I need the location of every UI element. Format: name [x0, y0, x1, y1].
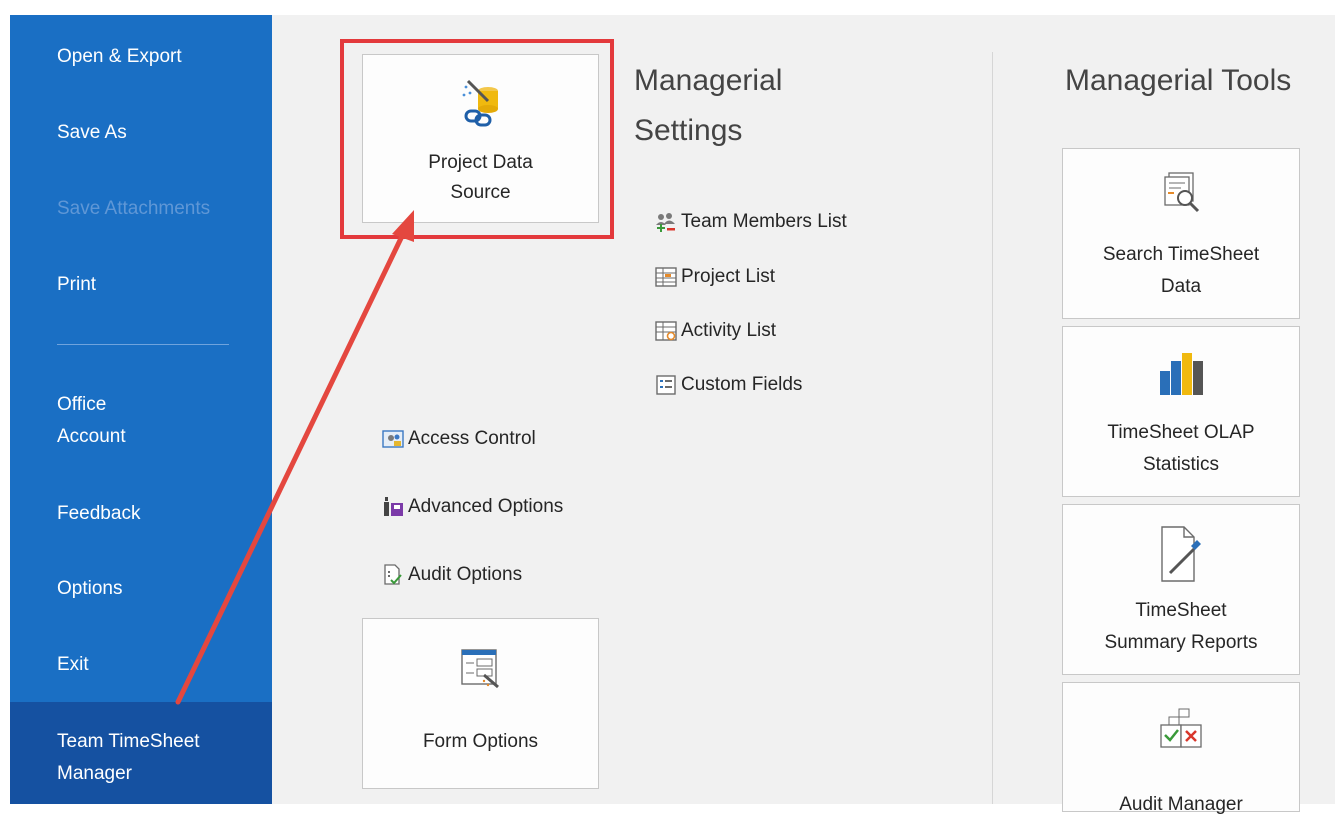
- activity-list-link[interactable]: Activity List: [655, 318, 776, 344]
- sidebar-item-manager-label: Manager: [57, 763, 132, 784]
- sidebar-separator: [57, 344, 229, 345]
- bar-chart-icon: [1158, 351, 1204, 406]
- activity-list-label: Activity List: [681, 320, 777, 341]
- search-data-icon: [1159, 171, 1203, 226]
- custom-fields-icon: [655, 374, 677, 396]
- search-timesheet-data-line2: Data: [1160, 276, 1202, 297]
- team-members-list-label: Team Members List: [681, 211, 847, 232]
- sidebar-item-exit[interactable]: Exit: [57, 649, 89, 681]
- sidebar-item-open-export[interactable]: Open & Export: [57, 41, 182, 73]
- timesheet-olap-statistics-button[interactable]: TimeSheet OLAP Statistics: [1062, 326, 1300, 497]
- form-options-label: Form Options: [422, 731, 539, 752]
- audit-manager-button[interactable]: Audit Manager: [1062, 682, 1300, 815]
- project-list-label: Project List: [681, 266, 775, 287]
- timesheet-olap-statistics-line1: TimeSheet OLAP: [1107, 422, 1255, 443]
- search-timesheet-data-button[interactable]: Search TimeSheet Data: [1062, 148, 1300, 319]
- team-members-icon: [655, 211, 677, 233]
- project-list-icon: [655, 266, 677, 288]
- sidebar-item-office-label: Office: [57, 394, 107, 415]
- sidebar-item-save-as[interactable]: Save As: [57, 117, 127, 149]
- sidebar-item-save-attachments: Save Attachments: [57, 198, 211, 219]
- audit-manager-label: Audit Manager: [1119, 794, 1243, 815]
- report-pen-icon: [1158, 525, 1204, 594]
- backstage-sidebar: Open & Export Save As Save Attachments P…: [10, 15, 272, 804]
- database-link-icon: [460, 77, 502, 138]
- audit-options-link[interactable]: Audit Options: [382, 562, 522, 588]
- search-timesheet-data-line1: Search TimeSheet: [1102, 244, 1260, 265]
- sidebar-item-account-label: Account: [57, 426, 126, 447]
- custom-fields-link[interactable]: Custom Fields: [655, 372, 802, 398]
- advanced-options-label: Advanced Options: [408, 496, 564, 517]
- audit-options-label: Audit Options: [408, 564, 523, 585]
- form-options-icon: [460, 647, 502, 700]
- advanced-options-icon: [382, 496, 404, 518]
- form-options-button[interactable]: Form Options: [362, 618, 599, 789]
- custom-fields-label: Custom Fields: [681, 374, 803, 395]
- team-members-list-link[interactable]: Team Members List: [655, 209, 847, 235]
- sidebar-item-feedback[interactable]: Feedback: [57, 498, 140, 530]
- access-control-icon: [382, 428, 404, 450]
- sidebar-item-team-timesheet-label: Team TimeSheet: [57, 731, 200, 752]
- project-data-source-line2: Source: [450, 182, 511, 203]
- project-data-source-line1: Project Data: [428, 152, 533, 173]
- audit-manager-icon: [1159, 707, 1203, 762]
- advanced-options-link[interactable]: Advanced Options: [382, 494, 563, 520]
- sidebar-item-options[interactable]: Options: [57, 573, 122, 605]
- activity-list-icon: [655, 320, 677, 342]
- timesheet-summary-reports-line2: Summary Reports: [1104, 632, 1258, 653]
- project-list-link[interactable]: Project List: [655, 264, 775, 290]
- access-control-link[interactable]: Access Control: [382, 426, 536, 452]
- timesheet-olap-statistics-line2: Statistics: [1142, 454, 1220, 475]
- project-data-source-button[interactable]: Project Data Source: [362, 54, 599, 223]
- managerial-tools-title: Managerial Tools: [1065, 64, 1292, 97]
- section-divider: [992, 52, 993, 804]
- access-control-label: Access Control: [408, 428, 536, 449]
- managerial-settings-title-line2: Settings: [634, 114, 743, 147]
- sidebar-item-print[interactable]: Print: [57, 269, 96, 301]
- managerial-settings-title-line1: Managerial: [634, 64, 783, 97]
- audit-options-icon: [382, 564, 404, 586]
- timesheet-summary-reports-button[interactable]: TimeSheet Summary Reports: [1062, 504, 1300, 675]
- timesheet-summary-reports-line1: TimeSheet: [1135, 600, 1227, 621]
